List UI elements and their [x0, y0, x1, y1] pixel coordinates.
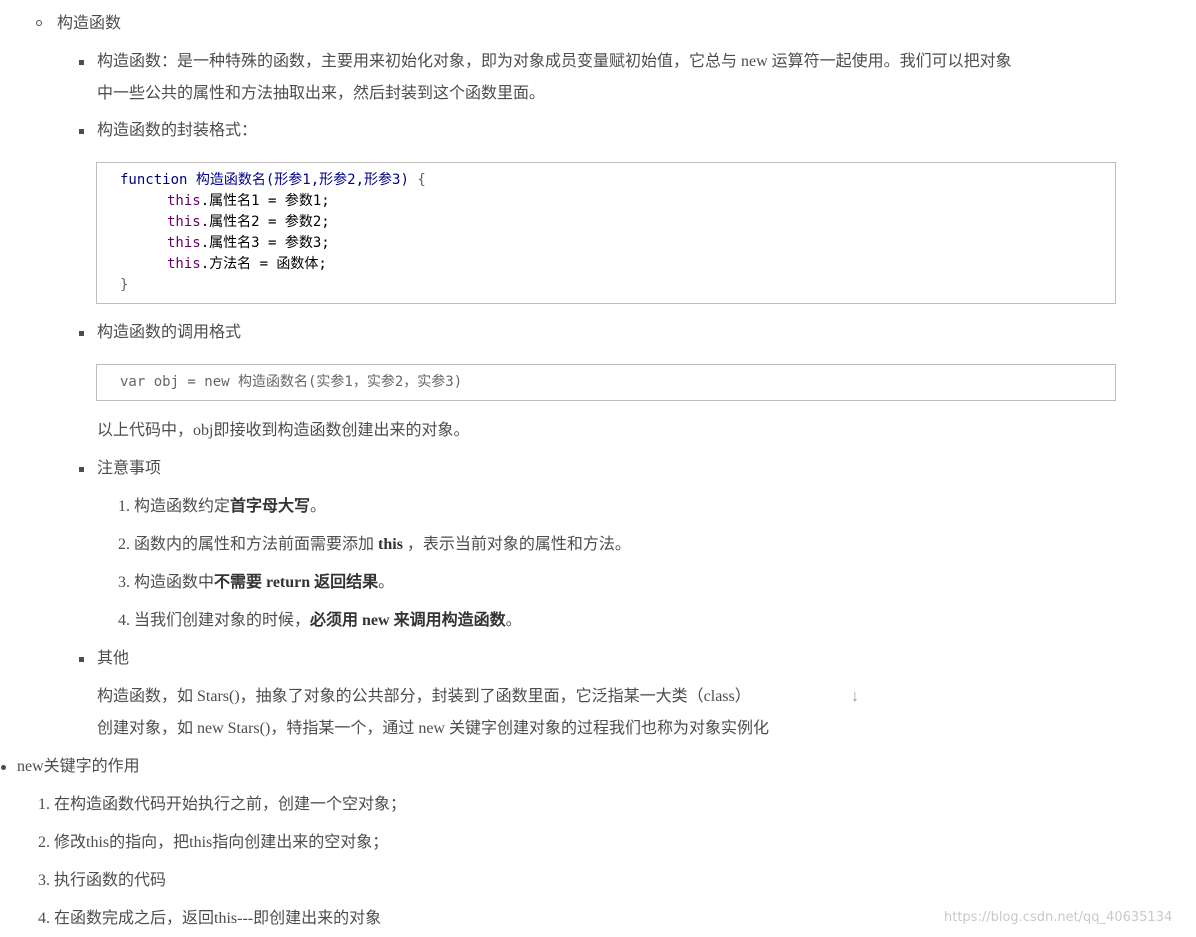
watermark: https://blog.csdn.net/qq_40635134	[944, 910, 1173, 925]
call-format-note: 以上代码中，obj即接收到构造函数创建出来的对象。	[97, 422, 470, 439]
code-line-call: var obj = new 构造函数名(实参1，实参2，实参3)	[120, 374, 463, 390]
code-line-4: this.属性名3 = 参数3;	[167, 235, 330, 251]
new-keyword-item-4: 4. 在函数完成之后，返回this---即创建出来的对象	[38, 910, 382, 927]
code-block-constructor-definition: function 构造函数名(形参1,形参2,形参3) { this.属性名1 …	[96, 162, 1116, 304]
square-bullet-icon	[79, 467, 84, 472]
code-line-2: this.属性名1 = 参数1;	[167, 193, 330, 209]
section-title: 构造函数	[57, 15, 122, 32]
code-line-1: function 构造函数名(形参1,形参2,形参3) {	[120, 172, 426, 188]
notes-item-4: 4. 当我们创建对象的时候，必须用 new 来调用构造函数。	[118, 612, 522, 629]
code-line-3: this.属性名2 = 参数2;	[167, 214, 330, 230]
wrap-format-label: 构造函数的封装格式：	[97, 122, 258, 139]
notes-item-3: 3. 构造函数中不需要 return 返回结果。	[118, 574, 395, 591]
other-line1: 构造函数，如 Stars()，抽象了对象的公共部分，封装到了函数里面，它泛指某一…	[97, 688, 751, 705]
square-bullet-icon	[79, 129, 84, 134]
call-format-label: 构造函数的调用格式	[97, 324, 242, 341]
notes-label: 注意事项	[97, 460, 162, 477]
notes-item-2: 2. 函数内的属性和方法前面需要添加 this ，表示当前对象的属性和方法。	[118, 536, 631, 553]
new-keyword-item-1: 1. 在构造函数代码开始执行之前，创建一个空对象；	[38, 796, 407, 813]
new-keyword-title: new关键字的作用	[17, 758, 140, 775]
code-line-5: this.方法名 = 函数体;	[167, 256, 327, 272]
notes-item-1: 1. 构造函数约定首字母大写。	[118, 498, 327, 515]
disc-bullet-icon	[1, 765, 6, 770]
definition-line2: 中一些公共的属性和方法抽取出来，然后封装到这个函数里面。	[97, 85, 546, 102]
square-bullet-icon	[79, 331, 84, 336]
down-arrow-icon: ↓	[851, 688, 859, 705]
definition-line1: 构造函数：是一种特殊的函数，主要用来初始化对象，即为对象成员变量赋初始值，它总与…	[97, 53, 1012, 70]
square-bullet-icon	[79, 60, 84, 65]
square-bullet-icon	[79, 657, 84, 662]
circle-bullet-icon	[36, 20, 42, 26]
other-label: 其他	[97, 650, 130, 667]
code-line-6: }	[120, 277, 129, 293]
other-line2: 创建对象，如 new Stars()，特指某一个，通过 new 关键字创建对象的…	[97, 720, 769, 737]
code-block-constructor-call: var obj = new 构造函数名(实参1，实参2，实参3)	[96, 364, 1116, 401]
new-keyword-item-2: 2. 修改this的指向，把this指向创建出来的空对象；	[38, 834, 389, 851]
new-keyword-item-3: 3. 执行函数的代码	[38, 872, 167, 889]
